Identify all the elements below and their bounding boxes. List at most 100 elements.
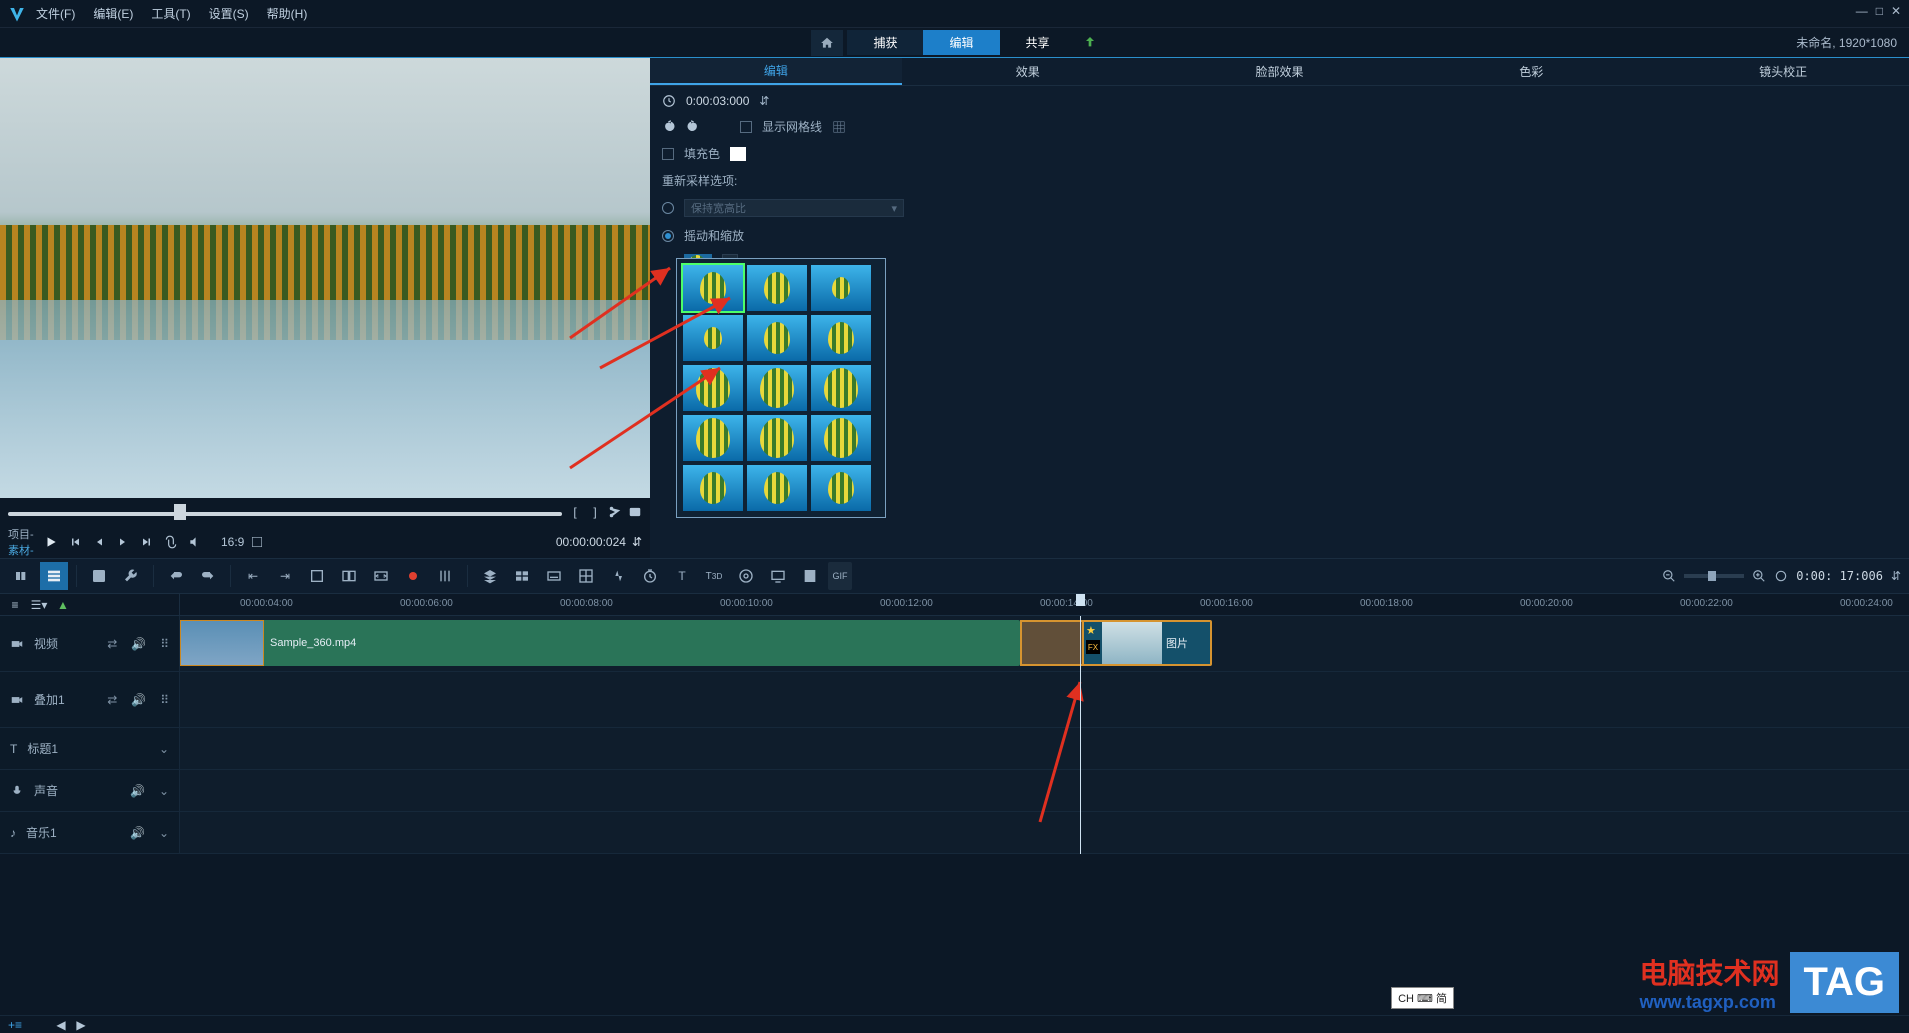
crop-left-icon[interactable]: ⇤ (239, 562, 267, 590)
collapse-up-icon[interactable]: ▲ (56, 598, 70, 612)
clip-video[interactable]: Sample_360.mp4 (180, 620, 1020, 666)
preset-cell[interactable] (683, 315, 743, 361)
overlay-track-body[interactable] (180, 672, 1909, 727)
menu-edit[interactable]: 编辑(E) (93, 5, 133, 22)
upload-icon[interactable] (1082, 35, 1098, 51)
rotate-cw-icon[interactable] (686, 120, 700, 134)
multitrack-icon[interactable] (508, 562, 536, 590)
keep-aspect-select[interactable]: 保持宽高比▾ (684, 199, 904, 217)
settings-dots-icon[interactable]: ⠿ (160, 637, 169, 651)
tab-edit[interactable]: 编辑 (923, 30, 999, 55)
zoom-out-icon[interactable] (1662, 569, 1676, 583)
preset-cell[interactable] (811, 465, 871, 511)
show-grid-checkbox[interactable] (740, 121, 752, 133)
mute-icon[interactable]: 🔊 (131, 693, 146, 707)
add-track-icon[interactable]: +≡ (8, 1018, 22, 1032)
zoom-slider[interactable] (1684, 574, 1744, 578)
chevron-down-icon[interactable]: ⌄ (159, 784, 169, 798)
record-icon[interactable] (399, 562, 427, 590)
crop-right-icon[interactable]: ⇥ (271, 562, 299, 590)
close-icon[interactable]: ✕ (1891, 4, 1901, 18)
3d-icon[interactable]: T3D (700, 562, 728, 590)
menu-file[interactable]: 文件(F) (36, 5, 75, 22)
timeline-view-icon[interactable] (40, 562, 68, 590)
snapshot-icon[interactable] (628, 505, 642, 519)
zoom-in-icon[interactable] (1752, 569, 1766, 583)
gif-icon[interactable]: GIF (828, 562, 852, 590)
mark-out-icon[interactable]: ] (588, 505, 602, 519)
preset-cell[interactable] (811, 315, 871, 361)
settings-dots-icon[interactable]: ⠿ (160, 693, 169, 707)
undo-icon[interactable] (162, 562, 190, 590)
chevron-down-icon[interactable]: ⌄ (159, 826, 169, 840)
preset-cell[interactable] (683, 365, 743, 411)
mute-icon[interactable]: 🔊 (130, 784, 145, 798)
mixer-icon[interactable] (431, 562, 459, 590)
music-track-body[interactable] (180, 812, 1909, 853)
tab-capture[interactable]: 捕获 (847, 30, 923, 55)
preset-cell[interactable] (747, 465, 807, 511)
preset-cell[interactable] (811, 415, 871, 461)
rotate-ccw-icon[interactable] (662, 120, 676, 134)
fit-icon[interactable] (1774, 569, 1788, 583)
scissors-icon[interactable] (608, 505, 622, 519)
fill-color-swatch[interactable] (730, 147, 746, 161)
preview-mode-clip[interactable]: 素材- (8, 542, 34, 558)
menu-settings[interactable]: 设置(S) (209, 5, 249, 22)
step-back-icon[interactable] (92, 535, 106, 549)
prop-tab-color[interactable]: 色彩 (1405, 58, 1657, 85)
minimize-icon[interactable]: — (1856, 4, 1868, 18)
preset-cell[interactable] (747, 365, 807, 411)
tab-share[interactable]: 共享 (1000, 30, 1076, 55)
video-track-body[interactable]: Sample_360.mp4 ★ FX 图片 (180, 616, 1909, 671)
title-track-body[interactable] (180, 728, 1909, 769)
stepper-icon[interactable]: ⇵ (632, 535, 642, 549)
preset-cell[interactable] (747, 315, 807, 361)
keep-aspect-radio[interactable] (662, 202, 674, 214)
expand-icon[interactable] (250, 535, 264, 549)
screen-icon[interactable] (764, 562, 792, 590)
text-icon[interactable]: T (668, 562, 696, 590)
subtitle-icon[interactable] (540, 562, 568, 590)
preview-viewport[interactable] (0, 58, 650, 498)
mark-in-icon[interactable]: [ (568, 505, 582, 519)
placeholder-icon[interactable] (85, 562, 113, 590)
volume-icon[interactable] (188, 535, 202, 549)
fill-color-checkbox[interactable] (662, 148, 674, 160)
loop-icon[interactable] (164, 535, 178, 549)
clip-image[interactable]: ★ FX 图片 (1082, 620, 1212, 666)
menu-tools[interactable]: 工具(T) (151, 5, 190, 22)
tracking-icon[interactable] (732, 562, 760, 590)
redo-icon[interactable] (194, 562, 222, 590)
timeline-timecode[interactable]: 0:00: 17:006 (1796, 569, 1883, 583)
prop-tab-face[interactable]: 脸部效果 (1154, 58, 1406, 85)
prop-tab-effect[interactable]: 效果 (902, 58, 1154, 85)
frame-icon[interactable] (303, 562, 331, 590)
preset-cell[interactable] (811, 365, 871, 411)
resize-icon[interactable] (367, 562, 395, 590)
preset-cell[interactable] (683, 265, 743, 311)
grid-icon[interactable] (572, 562, 600, 590)
duration-field[interactable]: 0:00:03:000 (686, 94, 749, 108)
playhead[interactable] (1080, 616, 1081, 854)
stepper-icon[interactable]: ⇵ (1891, 569, 1901, 583)
voice-track-body[interactable] (180, 770, 1909, 811)
motion-icon[interactable] (604, 562, 632, 590)
preview-mode-project[interactable]: 项目- (8, 526, 34, 542)
aspect-label[interactable]: 16:9 (226, 535, 240, 549)
link-icon[interactable]: ⇄ (107, 693, 117, 707)
mute-icon[interactable]: 🔊 (131, 637, 146, 651)
split-icon[interactable] (335, 562, 363, 590)
maximize-icon[interactable]: □ (1876, 4, 1883, 18)
menu-help[interactable]: 帮助(H) (267, 5, 308, 22)
preset-cell[interactable] (683, 465, 743, 511)
preset-cell[interactable] (811, 265, 871, 311)
preset-cell[interactable] (683, 415, 743, 461)
preset-cell[interactable] (747, 415, 807, 461)
preset-cell[interactable] (747, 265, 807, 311)
nav-prev-icon[interactable]: ◀ (54, 1018, 68, 1032)
timeline-ruler[interactable]: 00:00:04:0000:00:06:0000:00:08:0000:00:1… (180, 594, 1909, 615)
home-button[interactable] (811, 30, 843, 56)
preview-scrubber[interactable] (8, 502, 562, 522)
goto-end-icon[interactable] (140, 535, 154, 549)
